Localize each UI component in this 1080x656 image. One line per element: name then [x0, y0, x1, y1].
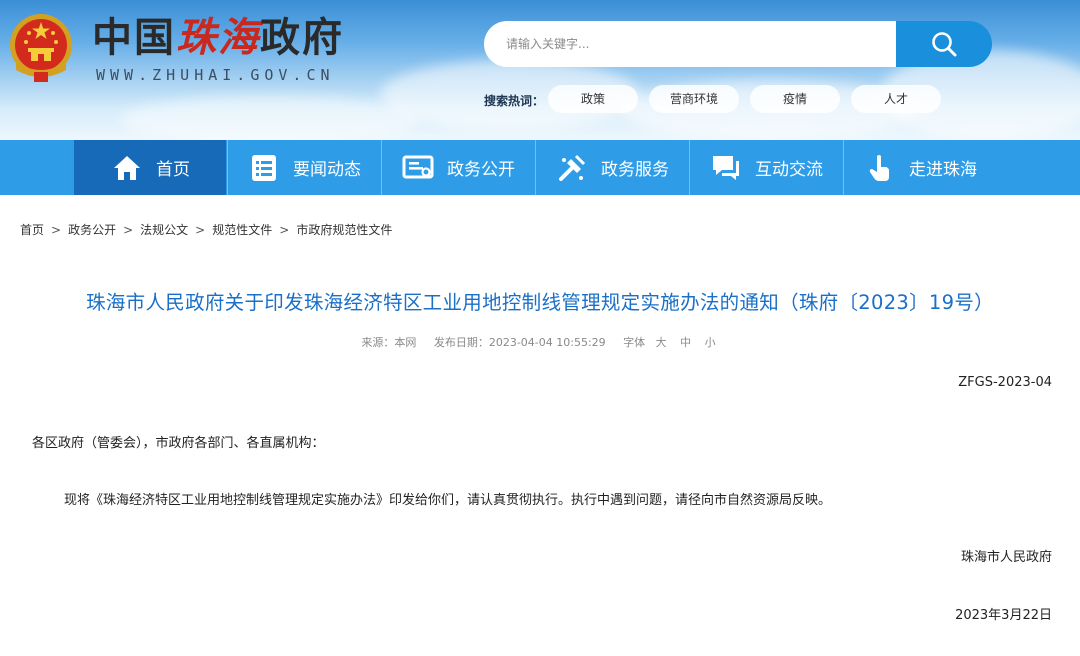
breadcrumb-link[interactable]: 规范性文件 [212, 223, 272, 237]
breadcrumb-link[interactable]: 首页 [20, 223, 44, 237]
home-icon [110, 151, 144, 185]
font-size-label: 字体 [623, 336, 646, 349]
chat-icon [709, 151, 743, 185]
logo-suffix: 政府 [260, 14, 344, 61]
nav-item-label: 互动交流 [755, 160, 823, 180]
article-date: 2023年3月22日 [955, 608, 1052, 623]
article-meta: 来源：本网 发布日期：2023-04-04 10:55:29 字体 大 中 小 [0, 334, 1080, 350]
nav-item-about-zhuhai[interactable]: 走进珠海 [844, 140, 996, 195]
site-header: 中国珠海政府 WWW.ZHUHAI.GOV.CN 搜索热词： 政策 营商环境 疫… [0, 0, 1080, 140]
hot-word-tag[interactable]: 营商环境 [649, 85, 739, 113]
breadcrumb: 首页 > 政务公开 > 法规公文 > 规范性文件 > 市政府规范性文件 [20, 221, 392, 238]
tools-icon [555, 151, 589, 185]
hand-pointer-icon [863, 151, 897, 185]
site-url: WWW.ZHUHAI.GOV.CN [96, 66, 335, 84]
national-emblem-icon [10, 14, 72, 82]
nav-item-news[interactable]: 要闻动态 [228, 140, 380, 195]
main-nav: 首页 要闻动态 政务公开 政务服务 互动交流 走进珠海 [0, 140, 1080, 195]
breadcrumb-separator-icon: > [279, 223, 290, 237]
site-logo-text[interactable]: 中国珠海政府 [92, 14, 344, 62]
hot-words-label: 搜索热词： [484, 94, 545, 108]
news-list-icon [247, 151, 281, 185]
nav-item-services[interactable]: 政务服务 [536, 140, 688, 195]
document-code: ZFGS-2023-04 [958, 375, 1052, 390]
hot-word-tag[interactable]: 疫情 [750, 85, 840, 113]
nav-item-label: 要闻动态 [293, 160, 361, 180]
article-source: 来源：本网 [361, 336, 417, 349]
hot-word-tag[interactable]: 人才 [851, 85, 941, 113]
hot-word-tag[interactable]: 政策 [548, 85, 638, 113]
font-size-large-button[interactable]: 大 [656, 336, 667, 349]
article-body: 现将《珠海经济特区工业用地控制线管理规定实施办法》印发给你们，请认真贯彻执行。执… [64, 493, 832, 508]
breadcrumb-link[interactable]: 法规公文 [140, 223, 188, 237]
search-button[interactable] [896, 21, 992, 67]
logo-prefix: 中国 [92, 14, 176, 61]
article-title: 珠海市人民政府关于印发珠海经济特区工业用地控制线管理规定实施办法的通知（珠府〔2… [86, 291, 994, 314]
article-salutation: 各区政府（管委会），市政府各部门、各直属机构： [32, 436, 325, 451]
breadcrumb-separator-icon: > [123, 223, 134, 237]
document-icon [401, 151, 435, 185]
font-size-medium-button[interactable]: 中 [680, 336, 691, 349]
search-input[interactable] [504, 36, 868, 52]
breadcrumb-separator-icon: > [195, 223, 206, 237]
font-size-small-button[interactable]: 小 [705, 336, 716, 349]
breadcrumb-link[interactable]: 市政府规范性文件 [296, 223, 392, 237]
breadcrumb-separator-icon: > [51, 223, 62, 237]
nav-item-label: 首页 [156, 160, 190, 180]
nav-item-interaction[interactable]: 互动交流 [690, 140, 842, 195]
logo-city: 珠海 [176, 14, 260, 61]
nav-item-home[interactable]: 首页 [74, 140, 226, 195]
nav-item-label: 走进珠海 [909, 160, 977, 180]
search-icon [932, 32, 957, 57]
nav-item-gov-affairs[interactable]: 政务公开 [382, 140, 534, 195]
search-box [484, 21, 898, 67]
nav-item-label: 政务公开 [447, 160, 515, 180]
nav-item-label: 政务服务 [601, 160, 669, 180]
article-publish-date: 发布日期：2023-04-04 10:55:29 [433, 336, 606, 349]
article-signer: 珠海市人民政府 [960, 550, 1052, 565]
breadcrumb-link[interactable]: 政务公开 [68, 223, 116, 237]
